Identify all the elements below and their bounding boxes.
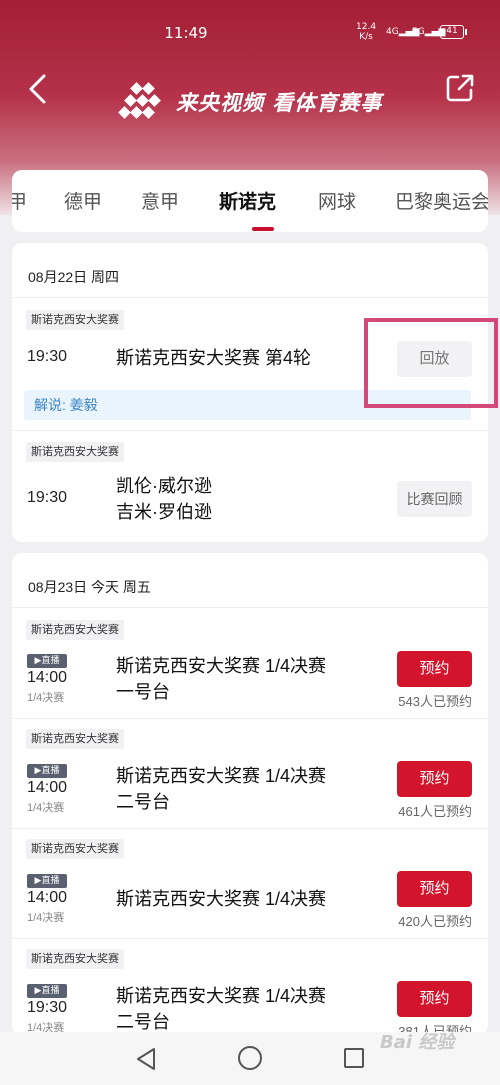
match-time: 14:00 [27, 669, 68, 686]
date-header: 08月23日 今天 周五 [12, 553, 488, 608]
chevron-left-icon [29, 74, 46, 104]
divider [12, 430, 488, 431]
match-time: 19:30 [27, 999, 68, 1016]
match-round: 1/4决赛 [27, 692, 65, 704]
status-time: 11:49 [164, 24, 208, 42]
match-title[interactable]: 斯诺克西安大奖赛 1/4决赛 二号台 [116, 983, 326, 1035]
competition-tag: 斯诺克西安大奖赛 [26, 442, 124, 462]
player-1: 凯伦·威尔逊 [116, 476, 212, 496]
match-players[interactable]: 凯伦·威尔逊 吉米·罗伯逊 [116, 473, 212, 525]
network-speed: 12.4 K/s [356, 22, 376, 42]
share-icon [446, 74, 474, 102]
tab-snooker[interactable]: 斯诺克 [219, 187, 276, 214]
match-title[interactable]: 斯诺克西安大奖赛 1/4决赛 一号台 [116, 653, 326, 705]
player-2: 吉米·罗伯逊 [116, 502, 212, 522]
tab-partial[interactable]: 甲 [12, 187, 27, 214]
competition-tag: 斯诺克西安大奖赛 [26, 949, 124, 969]
competition-tag: 斯诺克西安大奖赛 [26, 620, 124, 640]
battery-level: 41 [446, 26, 458, 36]
active-tab-indicator [252, 227, 274, 231]
nav-home-icon[interactable] [238, 1046, 262, 1070]
match-time: 19:30 [27, 489, 68, 506]
match-round: 1/4决赛 [27, 802, 65, 814]
live-badge: ▶直播 [27, 874, 67, 888]
match-time: 19:30 [27, 348, 68, 365]
brand: 来央视频 看体育赛事 [118, 82, 382, 122]
match-title-line1: 斯诺克西安大奖赛 1/4决赛 [116, 656, 327, 676]
match-title-line1: 斯诺克西安大奖赛 1/4决赛 [116, 889, 327, 909]
match-title[interactable]: 斯诺克西安大奖赛 1/4决赛 二号台 [116, 763, 326, 815]
day-card-0823: 08月23日 今天 周五 斯诺克西安大奖赛 ▶直播 14:00 1/4决赛 斯诺… [12, 553, 488, 1035]
live-badge: ▶直播 [27, 654, 67, 668]
tab-bundesliga[interactable]: 德甲 [64, 187, 102, 214]
back-button[interactable] [22, 70, 58, 110]
book-button[interactable]: 预约 [397, 871, 472, 907]
nav-back-icon[interactable] [134, 1046, 158, 1072]
category-tabs: 甲 德甲 意甲 斯诺克 网球 巴黎奥运会 [12, 170, 488, 232]
live-badge: ▶直播 [27, 764, 67, 778]
nav-recent-apps-icon[interactable] [344, 1048, 364, 1068]
tab-serie-a[interactable]: 意甲 [141, 187, 179, 214]
match-round: 1/4决赛 [27, 912, 65, 924]
share-button[interactable] [444, 72, 476, 104]
booking-count: 420人已预约 [398, 914, 472, 929]
match-title-line1: 斯诺克西安大奖赛 1/4决赛 [116, 986, 327, 1006]
match-review-button[interactable]: 比赛回顾 [397, 481, 472, 517]
watermark: Bai 经验 [380, 1032, 455, 1053]
book-button[interactable]: 预约 [397, 761, 472, 797]
tab-tennis[interactable]: 网球 [318, 187, 356, 214]
divider [12, 828, 488, 829]
date-header: 08月22日 周四 [12, 243, 488, 298]
network-speed-value: 12.4 [356, 22, 377, 32]
signal-5g-label: 5G [412, 27, 425, 37]
tab-paris-olympics[interactable]: 巴黎奥运会 [395, 187, 488, 214]
yangshipin-logo-icon [118, 82, 161, 119]
book-button[interactable]: 预约 [397, 651, 472, 687]
page-title: 来央视频 看体育赛事 [176, 91, 383, 115]
match-title[interactable]: 斯诺克西安大奖赛 1/4决赛 [116, 886, 326, 912]
match-time: 14:00 [27, 779, 68, 796]
divider [12, 938, 488, 939]
booking-count: 461人已预约 [398, 804, 472, 819]
competition-tag: 斯诺克西安大奖赛 [26, 310, 124, 330]
competition-tag: 斯诺克西安大奖赛 [26, 729, 124, 749]
signal-4g-label: 4G [386, 27, 399, 37]
match-title[interactable]: 斯诺克西安大奖赛 第4轮 [116, 345, 311, 371]
highlight-annotation [364, 318, 498, 408]
match-time: 14:00 [27, 889, 68, 906]
booking-count: 543人已预约 [398, 694, 472, 709]
network-speed-unit: K/s [359, 32, 373, 42]
book-button[interactable]: 预约 [397, 981, 472, 1017]
battery-icon: 41 [440, 25, 467, 39]
live-badge: ▶直播 [27, 984, 67, 998]
match-title-line1: 斯诺克西安大奖赛 1/4决赛 [116, 766, 327, 786]
match-title-line2: 二号台 [116, 792, 170, 812]
competition-tag: 斯诺克西安大奖赛 [26, 839, 124, 859]
divider [12, 718, 488, 719]
match-title-line2: 一号台 [116, 682, 170, 702]
